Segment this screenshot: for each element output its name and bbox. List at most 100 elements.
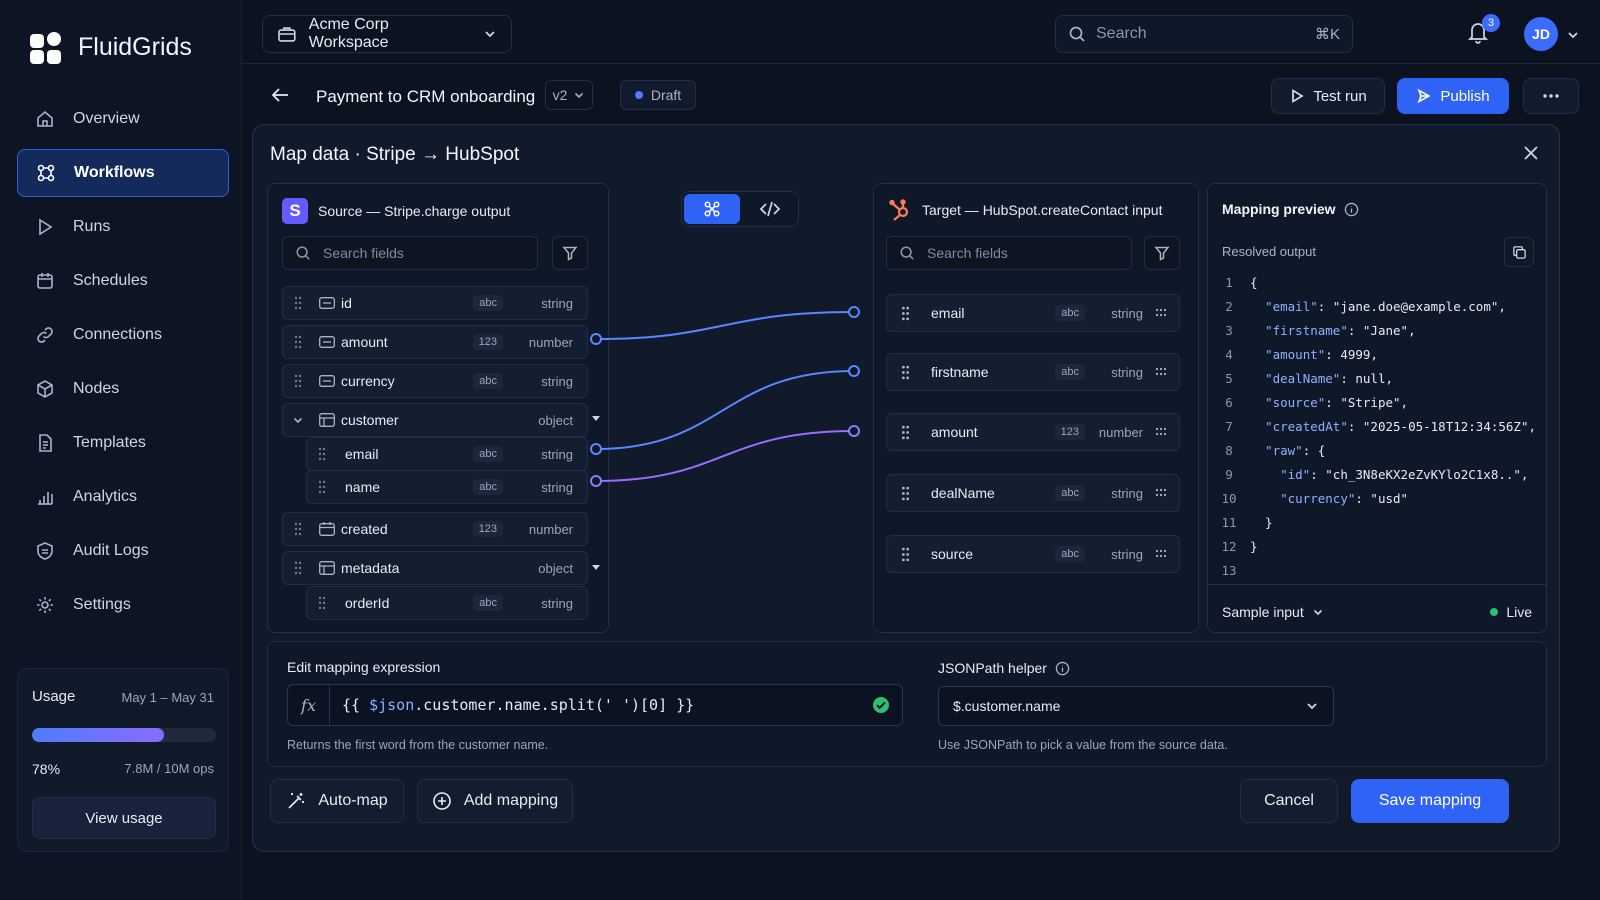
line-text: "id": "ch_3N8eKX2eZvKYlo2C1x8..", bbox=[1280, 466, 1529, 482]
type-chip: abc bbox=[1055, 364, 1085, 380]
jsonpath-select[interactable]: $.customer.name bbox=[938, 686, 1334, 726]
field-menu-icon[interactable] bbox=[1143, 488, 1179, 498]
source-field-created[interactable]: created 123 number bbox=[282, 512, 588, 546]
sidebar-item-connections[interactable]: Connections bbox=[17, 311, 229, 359]
cancel-button[interactable]: Cancel bbox=[1240, 779, 1338, 823]
line-number: 7 bbox=[1225, 418, 1233, 434]
field-menu-icon[interactable] bbox=[1143, 427, 1179, 437]
mapping-expression-editor: Edit mapping expression fx {{ $json.cust… bbox=[267, 641, 1547, 767]
source-field-currency[interactable]: currency abc string bbox=[282, 364, 588, 398]
drag-handle-icon[interactable] bbox=[887, 486, 923, 501]
target-field-firstname[interactable]: firstname abc string bbox=[886, 353, 1180, 391]
info-icon[interactable] bbox=[1055, 661, 1070, 676]
source-search-input[interactable]: Search fields bbox=[282, 236, 538, 270]
sidebar-item-audit-logs[interactable]: Audit Logs bbox=[17, 527, 229, 575]
type-chip: abc bbox=[1055, 546, 1085, 562]
target-search-input[interactable]: Search fields bbox=[886, 236, 1132, 270]
source-field-id[interactable]: id abc string bbox=[282, 286, 588, 320]
global-search[interactable]: Search ⌘K bbox=[1055, 15, 1353, 53]
search-icon bbox=[296, 246, 310, 260]
drag-handle-icon[interactable] bbox=[887, 547, 923, 562]
auto-map-button[interactable]: Auto-map bbox=[270, 779, 404, 823]
line-number: 1 bbox=[1225, 274, 1233, 290]
target-field-amount[interactable]: amount 123 number bbox=[886, 413, 1180, 451]
view-usage-button[interactable]: View usage bbox=[32, 797, 216, 839]
field-name: dealName bbox=[931, 485, 995, 501]
drag-handle-icon[interactable] bbox=[283, 561, 313, 575]
view-toggle bbox=[681, 191, 799, 227]
chevron-down-icon bbox=[1307, 703, 1317, 710]
close-icon[interactable] bbox=[1523, 145, 1539, 161]
sidebar-item-workflows[interactable]: Workflows bbox=[17, 149, 229, 197]
field-type: object bbox=[538, 560, 573, 576]
jsonpath-help: Use JSONPath to pick a value from the so… bbox=[938, 738, 1228, 752]
target-field-dealname[interactable]: dealName abc string bbox=[886, 474, 1180, 512]
source-field-metadata-orderid[interactable]: orderId abc string bbox=[306, 586, 588, 620]
drag-handle-icon[interactable] bbox=[887, 365, 923, 380]
save-mapping-button[interactable]: Save mapping bbox=[1351, 779, 1509, 823]
field-menu-icon[interactable] bbox=[1143, 308, 1179, 318]
copy-button[interactable] bbox=[1504, 237, 1534, 267]
chevron-down-icon bbox=[575, 92, 584, 99]
field-menu-icon[interactable] bbox=[1143, 549, 1179, 559]
sidebar-item-overview[interactable]: Overview bbox=[17, 95, 229, 143]
drag-handle-icon[interactable] bbox=[283, 335, 313, 349]
source-filter-button[interactable] bbox=[552, 236, 588, 270]
expression-variable: $json bbox=[369, 696, 415, 714]
avatar[interactable]: JD bbox=[1524, 17, 1558, 51]
source-field-customer-name[interactable]: name abc string bbox=[306, 470, 588, 504]
sidebar-item-settings[interactable]: Settings bbox=[17, 581, 229, 629]
target-field-source[interactable]: source abc string bbox=[886, 535, 1180, 573]
sample-input-select[interactable]: Sample input bbox=[1222, 604, 1324, 620]
sidebar-item-label: Connections bbox=[73, 326, 162, 343]
status-label: Draft bbox=[650, 87, 682, 103]
drag-handle-icon[interactable] bbox=[887, 306, 923, 321]
source-header: S Source — Stripe.charge output bbox=[282, 198, 510, 224]
drag-handle-icon[interactable] bbox=[283, 296, 313, 310]
version-select[interactable]: v2 bbox=[545, 80, 593, 110]
sidebar-item-analytics[interactable]: Analytics bbox=[17, 473, 229, 521]
drag-handle-icon[interactable] bbox=[307, 480, 337, 494]
source-field-customer[interactable]: customer object bbox=[282, 403, 588, 437]
more-options-button[interactable] bbox=[1523, 78, 1579, 114]
visual-view-button[interactable] bbox=[684, 194, 740, 224]
info-icon[interactable] bbox=[1344, 202, 1359, 217]
target-filter-button[interactable] bbox=[1144, 236, 1180, 270]
field-type: string bbox=[1111, 546, 1143, 562]
expression-input[interactable]: fx {{ $json.customer.name.split(' ')[0] … bbox=[287, 684, 903, 726]
field-menu-icon[interactable] bbox=[1143, 367, 1179, 377]
field-type: string bbox=[541, 446, 573, 462]
drag-handle-icon[interactable] bbox=[283, 374, 313, 388]
app-logo[interactable]: FluidGrids bbox=[30, 30, 192, 64]
field-name: amount bbox=[341, 334, 388, 350]
sidebar-item-schedules[interactable]: Schedules bbox=[17, 257, 229, 305]
line-number: 3 bbox=[1225, 322, 1233, 338]
field-type: string bbox=[541, 595, 573, 611]
status-badge: Draft bbox=[620, 80, 696, 110]
drag-handle-icon[interactable] bbox=[283, 522, 313, 536]
code-view-button[interactable] bbox=[742, 194, 798, 224]
filter-icon bbox=[1154, 246, 1170, 261]
source-field-amount[interactable]: amount 123 number bbox=[282, 325, 588, 359]
sidebar-item-templates[interactable]: Templates bbox=[17, 419, 229, 467]
target-field-email[interactable]: email abc string bbox=[886, 294, 1180, 332]
chevron-down-icon[interactable] bbox=[1566, 28, 1580, 42]
sidebar-item-nodes[interactable]: Nodes bbox=[17, 365, 229, 413]
drag-handle-icon[interactable] bbox=[307, 596, 337, 610]
expression-text: {{ $json.customer.name.split(' ')[0] }} bbox=[330, 696, 872, 714]
workflow-title: Payment to CRM onboarding bbox=[316, 87, 536, 106]
chevron-down-icon[interactable] bbox=[283, 414, 313, 426]
sidebar-item-runs[interactable]: Runs bbox=[17, 203, 229, 251]
fluidgrids-logo-icon bbox=[30, 32, 61, 64]
expression-label: Edit mapping expression bbox=[287, 659, 441, 675]
workspace-switcher[interactable]: Acme Corp Workspace bbox=[262, 15, 512, 53]
arrow-left-icon[interactable] bbox=[270, 86, 290, 104]
drag-handle-icon[interactable] bbox=[887, 425, 923, 440]
test-run-button[interactable]: Test run bbox=[1271, 78, 1385, 114]
add-mapping-button[interactable]: Add mapping bbox=[417, 779, 573, 823]
source-field-metadata[interactable]: metadata object bbox=[282, 551, 588, 585]
publish-button[interactable]: Publish bbox=[1397, 78, 1509, 114]
source-field-customer-email[interactable]: email abc string bbox=[306, 437, 588, 471]
drag-handle-icon[interactable] bbox=[307, 447, 337, 461]
live-label: Live bbox=[1506, 604, 1532, 620]
